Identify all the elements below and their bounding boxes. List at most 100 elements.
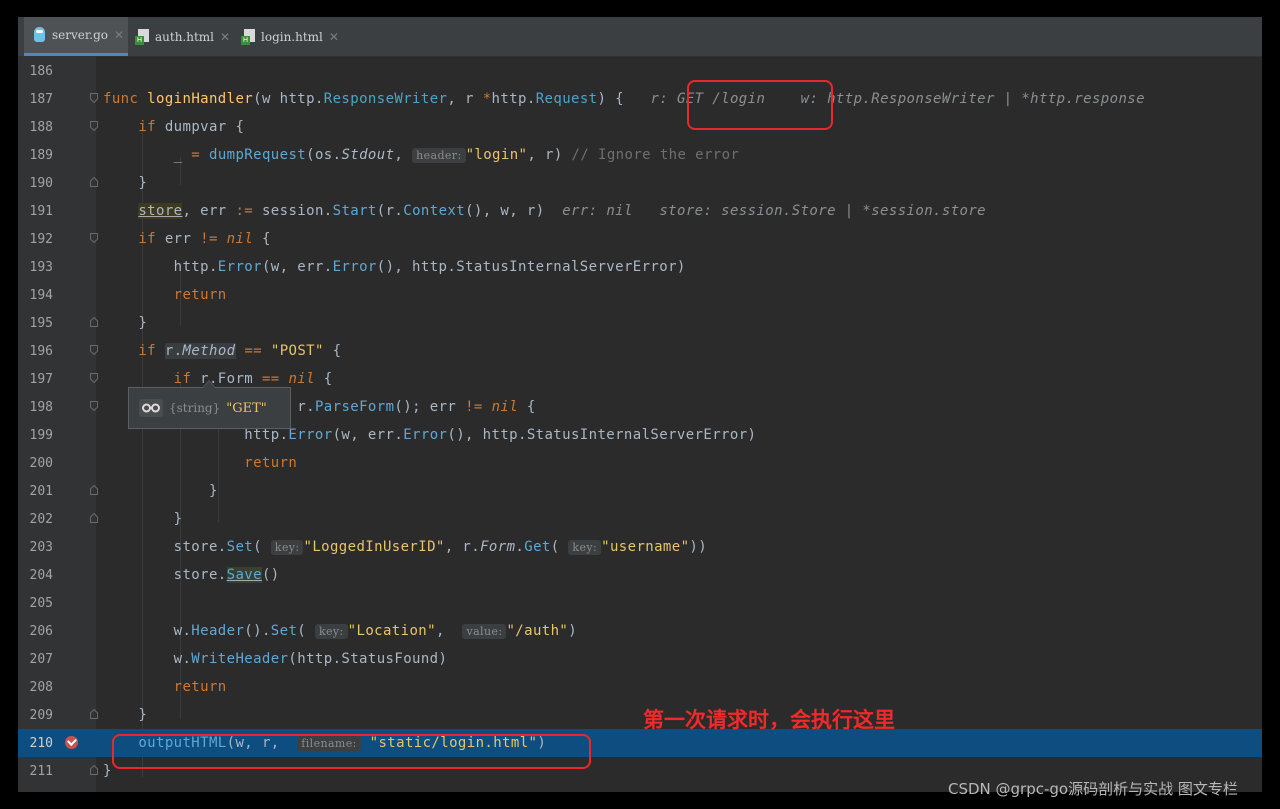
fold-open-icon[interactable] (90, 93, 98, 103)
close-icon[interactable]: ✕ (114, 28, 124, 42)
fold-close-icon[interactable] (90, 765, 98, 775)
code-text: func loginHandler(w http.ResponseWriter,… (103, 91, 1145, 107)
code-line[interactable]: 200 return (18, 449, 1262, 477)
parameter-hint: header: (412, 148, 466, 163)
line-number: 197 (29, 372, 53, 387)
code-line[interactable]: 191 store, err := session.Start(r.Contex… (18, 197, 1262, 225)
line-number: 187 (29, 92, 53, 107)
highlight-box-output-call (112, 734, 591, 769)
line-number: 190 (29, 176, 53, 191)
tab-label: auth.html (155, 29, 215, 44)
code-text: } (103, 511, 183, 527)
code-line[interactable]: 209 } (18, 701, 1262, 729)
line-number: 202 (29, 512, 53, 527)
line-number: 201 (29, 484, 53, 499)
code-text: } (103, 707, 148, 723)
highlight-box-request-value (687, 80, 833, 130)
tab-label: login.html (261, 29, 323, 44)
tab-login-html[interactable]: H login.html ✕ (241, 17, 349, 56)
code-text: if r.Method == "POST" { (138, 343, 342, 359)
fold-open-icon[interactable] (90, 121, 98, 131)
code-text: store.Set( key: "LoggedInUserID", r.Form.… (103, 539, 708, 555)
code-text: _ = dumpRequest(os.Stdout, header: "login… (103, 147, 740, 163)
tab-auth-html[interactable]: H auth.html ✕ (135, 17, 239, 56)
code-line[interactable]: 194 return (18, 281, 1262, 309)
line-number: 195 (29, 316, 53, 331)
code-line[interactable]: 195 } (18, 309, 1262, 337)
code-text: } (103, 763, 112, 779)
code-text: store, err := session.Start(r.Context(),… (138, 203, 987, 219)
line-number: 206 (29, 624, 53, 639)
close-icon[interactable]: ✕ (329, 30, 339, 44)
line-number: 189 (29, 148, 53, 163)
fold-close-icon[interactable] (90, 177, 98, 187)
fold-open-icon[interactable] (90, 373, 98, 383)
code-line[interactable]: 204 store.Save() (18, 561, 1262, 589)
go-gopher-icon (32, 27, 46, 43)
code-text: return (173, 287, 227, 303)
code-line[interactable]: 192 if err != nil { (18, 225, 1262, 253)
line-number: 194 (29, 288, 53, 303)
code-text: } (103, 483, 218, 499)
debug-value-tooltip[interactable]: {string} "GET" (128, 380, 291, 429)
fold-close-icon[interactable] (90, 485, 98, 495)
code-text: return (244, 455, 298, 471)
line-number: 192 (29, 232, 53, 247)
line-number: 198 (29, 400, 53, 415)
html-file-icon: H (241, 28, 255, 45)
code-line[interactable]: 207 w.WriteHeader(http.StatusFound) (18, 645, 1262, 673)
tab-server-go[interactable]: server.go ✕ (24, 17, 128, 56)
code-line[interactable]: 187 func loginHandler(w http.ResponseWri… (18, 85, 1262, 113)
debug-value: w: http.ResponseWriter | *http.response (800, 91, 1145, 107)
editor-tab-bar: server.go ✕ H auth.html ✕ H login.html ✕ (18, 17, 1262, 57)
code-line[interactable]: 196 if r.Method == "POST" { (18, 337, 1262, 365)
code-text: store.Save() (103, 567, 280, 583)
code-line[interactable]: 202 } (18, 505, 1262, 533)
parameter-hint: key: (270, 540, 304, 555)
fold-close-icon[interactable] (90, 709, 98, 719)
code-line[interactable]: 208 return (18, 673, 1262, 701)
fold-close-icon[interactable] (90, 317, 98, 327)
code-line[interactable]: 206 w.Header().Set( key: "Location", valu… (18, 617, 1262, 645)
code-text: return (173, 679, 227, 695)
html-file-icon: H (135, 28, 149, 45)
line-number: 191 (29, 204, 53, 219)
code-line[interactable]: 190 } (18, 169, 1262, 197)
debug-value: err: nil (562, 203, 633, 219)
line-number: 200 (29, 456, 53, 471)
line-number: 204 (29, 568, 53, 583)
line-number: 196 (29, 344, 53, 359)
close-icon[interactable]: ✕ (220, 30, 230, 44)
line-number: 199 (29, 428, 53, 443)
line-number: 193 (29, 260, 53, 275)
breakpoint-icon[interactable] (65, 736, 78, 749)
fold-open-icon[interactable] (90, 401, 98, 411)
code-line[interactable]: 186 (18, 57, 1262, 85)
watermark: CSDN @grpc-go源码剖析与实战 图文专栏 (948, 780, 1238, 798)
line-number: 186 (29, 64, 53, 79)
fold-close-icon[interactable] (90, 513, 98, 523)
code-text: http.Error(w, err.Error(), http.StatusIn… (103, 427, 757, 443)
code-line[interactable]: 188 if dumpvar { (18, 113, 1262, 141)
line-number: 207 (29, 652, 53, 667)
glasses-icon (139, 399, 163, 417)
code-text: w.Header().Set( key: "Location", value: "/… (103, 623, 578, 639)
line-number: 211 (29, 764, 53, 779)
debug-value: store: session.Store | *session.store (659, 203, 987, 219)
code-line[interactable]: 193 http.Error(w, err.Error(), http.Stat… (18, 253, 1262, 281)
code-text: if r.Form == nil { (173, 371, 333, 387)
tab-label: server.go (52, 28, 109, 42)
code-text: w.WriteHeader(http.StatusFound) (103, 651, 448, 667)
fold-open-icon[interactable] (90, 345, 98, 355)
parameter-hint: key: (568, 540, 602, 555)
tooltip-value: "GET" (226, 400, 267, 416)
code-line[interactable]: 189 _ = dumpRequest(os.Stdout, header: "l… (18, 141, 1262, 169)
code-text: if dumpvar { (138, 119, 245, 135)
code-text: } (103, 315, 148, 331)
code-line[interactable]: 201 } (18, 477, 1262, 505)
fold-open-icon[interactable] (90, 233, 98, 243)
line-number: 209 (29, 708, 53, 723)
code-line[interactable]: 203 store.Set( key: "LoggedInUserID", r.F… (18, 533, 1262, 561)
line-number: 188 (29, 120, 53, 135)
code-line[interactable]: 205 (18, 589, 1262, 617)
